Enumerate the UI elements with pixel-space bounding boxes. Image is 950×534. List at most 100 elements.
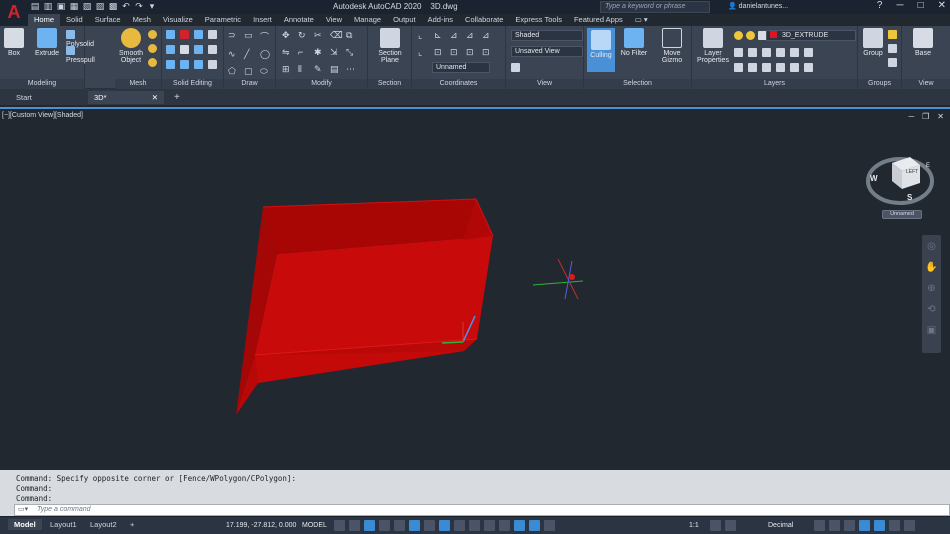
ucs-world-icon[interactable]: ⌞ <box>418 47 430 58</box>
panel-title-view-base[interactable]: View <box>902 79 950 89</box>
save-icon[interactable]: ▣ <box>56 1 66 11</box>
close-icon[interactable]: ✕ <box>938 0 946 11</box>
fillet-icon[interactable]: ⌐ <box>298 47 310 58</box>
smooth-object-button[interactable]: Smooth Object <box>118 28 144 64</box>
ucs-view-icon[interactable]: ⊡ <box>434 47 446 58</box>
panel-title-selection[interactable]: Selection <box>584 79 691 89</box>
undo-icon[interactable]: ↶ <box>121 1 131 11</box>
osnap-icon[interactable] <box>424 520 435 531</box>
layer-freeze-all-icon[interactable] <box>734 63 743 72</box>
subtract-icon[interactable] <box>180 30 189 39</box>
group-edit-icon[interactable] <box>888 44 897 53</box>
visual-style-dropdown[interactable]: Shaded <box>511 30 583 41</box>
trim-icon[interactable]: ✂ <box>314 30 326 41</box>
orbit-icon[interactable]: ⟲ <box>927 304 935 315</box>
panel-title-draw[interactable]: Draw <box>224 79 275 89</box>
annotation-monitor-icon[interactable] <box>725 520 736 531</box>
add-layout-icon[interactable]: + <box>124 519 140 530</box>
lock-ui-icon[interactable] <box>829 520 840 531</box>
compass-west[interactable]: W <box>870 174 878 183</box>
edit-icon[interactable]: ✎ <box>314 64 326 75</box>
layer-properties-button[interactable]: Layer Properties <box>696 28 730 64</box>
grid-icon[interactable] <box>334 520 345 531</box>
ucs-menu[interactable]: Unnamed <box>882 210 922 219</box>
drawing-viewport[interactable]: [−][Custom View][Shaded] ─ ❐ ✕ LEFT W S … <box>0 107 950 470</box>
modify-more-icon[interactable]: ⋯ <box>346 64 358 75</box>
selection-cycling-icon[interactable] <box>454 520 465 531</box>
culling-button[interactable]: Culling <box>587 28 615 72</box>
polygon-icon[interactable]: ⬠ <box>228 66 240 77</box>
ribbon-tab-add-ins[interactable]: Add-ins <box>422 14 459 26</box>
copy-icon[interactable]: ⧉ <box>346 30 358 41</box>
erase-icon[interactable]: ⌫ <box>330 30 343 41</box>
slice-icon[interactable] <box>194 45 203 54</box>
tab-layout2[interactable]: Layout2 <box>84 519 123 530</box>
autocad-logo[interactable]: A <box>0 0 28 26</box>
plot-icon[interactable]: ▨ <box>95 1 105 11</box>
extrude-button[interactable]: Extrude <box>32 28 62 57</box>
status-menu-icon[interactable] <box>904 520 915 531</box>
ortho-icon[interactable] <box>364 520 375 531</box>
thicken-icon[interactable] <box>166 60 175 69</box>
group-select-icon[interactable] <box>888 58 897 67</box>
new-file-icon[interactable]: ▤ <box>30 1 40 11</box>
extract-edges-icon[interactable] <box>208 30 217 39</box>
stretch-icon[interactable]: ⇲ <box>330 47 342 58</box>
presspull-button[interactable]: Presspull <box>66 46 95 64</box>
rotate-icon[interactable]: ↻ <box>298 30 310 41</box>
mesh-refine-icon[interactable] <box>148 44 157 53</box>
layer-lock-all-icon[interactable] <box>762 63 771 72</box>
arc-icon[interactable]: ▭ <box>244 30 256 43</box>
clean-screen-icon[interactable] <box>874 520 885 531</box>
annotation-scale[interactable]: 1:1 <box>689 522 699 529</box>
ucs-3point-icon[interactable]: ⊡ <box>482 47 494 58</box>
ucs-z-icon[interactable]: ⊿ <box>482 30 494 41</box>
layer-merge-icon[interactable] <box>804 63 813 72</box>
panel-title-modify[interactable]: Modify <box>276 79 367 89</box>
ribbon-tab-insert[interactable]: Insert <box>247 14 278 26</box>
polar-icon[interactable] <box>379 520 390 531</box>
new-tab-button[interactable]: + <box>168 91 184 104</box>
line-icon[interactable]: ⊃ <box>228 30 240 43</box>
array-icon[interactable]: ⊞ <box>282 64 294 75</box>
ribbon-tab-collaborate[interactable]: Collaborate <box>459 14 509 26</box>
ribbon-tab-output[interactable]: Output <box>387 14 422 26</box>
ribbon-tab-view[interactable]: View <box>320 14 348 26</box>
viewcube[interactable]: LEFT W S E <box>862 143 938 213</box>
layer-off-icon[interactable] <box>762 48 771 57</box>
section-plane-button[interactable]: Section Plane <box>374 28 406 64</box>
polyline-icon[interactable]: ∿ <box>228 49 240 60</box>
separate-icon[interactable] <box>194 60 203 69</box>
showmotion-icon[interactable]: ▣ <box>927 325 936 336</box>
move-icon[interactable]: ✥ <box>282 30 294 41</box>
isodraft-icon[interactable] <box>394 520 405 531</box>
union-icon[interactable] <box>166 30 175 39</box>
ucs-x-icon[interactable]: ⊿ <box>450 30 462 41</box>
selection-filter-icon[interactable] <box>499 520 510 531</box>
box-button[interactable]: Box <box>3 28 25 57</box>
qat-customize-icon[interactable]: ▾ <box>147 1 157 11</box>
command-prompt-icon[interactable]: ▭▾ <box>18 505 28 515</box>
auto-scale-icon[interactable] <box>544 520 555 531</box>
group-button[interactable]: Group <box>861 28 885 57</box>
minimize-icon[interactable]: ─ <box>896 0 903 11</box>
customization-icon[interactable] <box>889 520 900 531</box>
search-input[interactable]: Type a keyword or phrase <box>600 1 710 13</box>
panel-title-layers[interactable]: Layers <box>692 79 857 89</box>
match-icon[interactable]: ▤ <box>330 64 342 75</box>
save-as-icon[interactable]: ▦ <box>69 1 79 11</box>
explode-icon[interactable]: ✱ <box>314 47 326 58</box>
viewport-config-icon[interactable] <box>511 63 520 72</box>
ucs-object-icon[interactable]: ⊡ <box>450 47 462 58</box>
move-gizmo-button[interactable]: Move Gizmo <box>656 28 688 64</box>
panel-title-coordinates[interactable]: Coordinates <box>412 79 505 89</box>
user-account[interactable]: 👤 danielantunes... <box>728 2 788 10</box>
mesh-crease-icon[interactable] <box>148 58 157 67</box>
panel-title-view[interactable]: View <box>506 79 583 89</box>
ribbon-tab-mesh[interactable]: Mesh <box>127 14 157 26</box>
layer-match-icon[interactable] <box>790 48 799 57</box>
units-display[interactable]: Decimal <box>768 522 793 529</box>
tab-3d[interactable]: 3D* ✕ <box>88 91 164 104</box>
ellipse-icon[interactable]: ⬭ <box>260 66 272 77</box>
layer-on-icon[interactable] <box>734 31 743 40</box>
